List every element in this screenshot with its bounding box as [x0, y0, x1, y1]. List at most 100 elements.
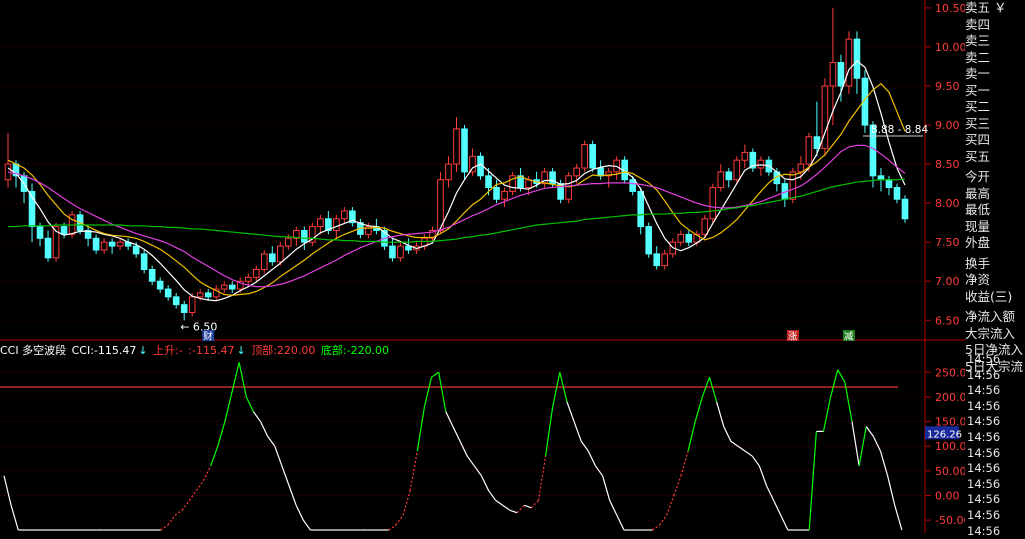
- candle-body: [180, 304, 188, 313]
- time-column: 14:56 14:56 14:56 14:56 14:56 14:56 14:56 14:56…: [967, 352, 1025, 539]
- candle-body: [485, 175, 492, 189]
- cci-segment: [238, 362, 247, 398]
- side-panel-item: 卖五 ￥: [965, 0, 1007, 15]
- time-entry: 14:56: [967, 352, 1001, 366]
- cci-segment: [245, 396, 254, 412]
- candle-body: [44, 237, 52, 259]
- cci-segment: [694, 396, 703, 422]
- candle-body: [100, 241, 108, 251]
- cci-segment: [865, 426, 874, 437]
- cci-current-value: 126.26: [927, 429, 962, 440]
- cci-segment: [438, 372, 447, 412]
- cci-segment: [758, 465, 768, 486]
- candle-body: [220, 284, 228, 290]
- cci-segment: [666, 495, 675, 516]
- time-entry: 14:56: [967, 383, 1001, 398]
- cci-segment: [537, 455, 547, 501]
- cci-segment: [822, 396, 832, 432]
- time-entry: 14:56: [967, 461, 1001, 476]
- marker-cai: 财: [203, 331, 213, 343]
- time-entry: 14:56: [967, 507, 1001, 522]
- cci-segment: [609, 500, 618, 516]
- candle-body: [661, 253, 669, 267]
- cci-segment: [267, 435, 276, 447]
- time-entry: 14:56: [967, 429, 1001, 444]
- cci-segment: [217, 421, 226, 447]
- cci-segment: [894, 505, 903, 531]
- candle-body: [132, 245, 140, 255]
- candle-body: [228, 284, 236, 290]
- candle-body: [397, 245, 404, 259]
- candle-body: [733, 159, 741, 181]
- candle-body: [116, 241, 124, 247]
- cci-segment: [780, 514, 789, 531]
- candle-body: [573, 167, 580, 177]
- side-panel-item: 净资: [965, 272, 991, 287]
- cci-legend: CCI 多空波段 CCI:-115.47 ↓ 上升:- :-115.47 ↓ 顶部:…: [0, 344, 390, 357]
- candle-body: [244, 276, 252, 282]
- candle-body: [164, 288, 172, 298]
- cci-segment: [480, 475, 490, 491]
- candle-body: [581, 144, 588, 169]
- cci-segment: [830, 369, 839, 398]
- cci-segment: [488, 490, 497, 501]
- candle-body: [92, 237, 100, 251]
- side-panel-item: 最低: [965, 202, 991, 217]
- candle-body: [196, 292, 204, 298]
- cci-segment: [851, 421, 860, 467]
- cci-segment: [773, 500, 782, 516]
- candle-body: [389, 245, 396, 259]
- cci-segment: [744, 450, 753, 457]
- candle-body: [629, 179, 636, 192]
- side-panel-item: 卖一: [965, 66, 991, 81]
- marker-zhang: 涨: [788, 332, 798, 343]
- candle-body: [301, 229, 308, 243]
- cci-segment: [174, 509, 183, 516]
- kline-chart[interactable]: 10.5010.009.509.008.508.007.507.006.50← …: [0, 0, 965, 533]
- y-tick-label: 9.00: [935, 119, 960, 132]
- cci-y-tick-label: 100.0: [935, 440, 965, 453]
- y-tick-label: 8.50: [935, 158, 960, 171]
- candle-body: [461, 128, 468, 173]
- side-panel-item: 外盘: [965, 235, 991, 250]
- candle-body: [701, 218, 709, 235]
- candle-body: [709, 187, 717, 220]
- time-entry: 14:56: [967, 492, 1001, 507]
- candle-body: [845, 38, 853, 87]
- candle-body: [445, 163, 452, 181]
- side-panel-item: 买二: [965, 99, 991, 114]
- side-panel-item: 收益(三): [965, 288, 1013, 304]
- cci-segment: [524, 504, 532, 509]
- y-tick-label: 9.50: [935, 80, 960, 93]
- candle-body: [565, 175, 572, 200]
- candle-body: [645, 226, 653, 255]
- candle-body: [204, 292, 212, 298]
- side-panel-item: 买一: [965, 82, 991, 98]
- candle-body: [741, 151, 749, 161]
- cci-segment: [516, 504, 525, 514]
- cci-y-tick-label: 50.00: [935, 465, 965, 478]
- cci-y-tick-label: -50.00: [935, 514, 965, 527]
- cci-segment: [730, 440, 739, 447]
- cci-segment: [502, 504, 511, 511]
- cci-segment: [281, 465, 290, 486]
- side-panel-item: 买三: [965, 115, 991, 131]
- candle-body: [317, 218, 324, 228]
- cci-segment: [402, 490, 411, 516]
- side-panel-item: 买四: [965, 132, 991, 147]
- candle-body: [901, 198, 909, 220]
- cci-segment: [716, 401, 725, 427]
- cci-segment: [259, 421, 269, 437]
- cci-segment: [288, 485, 297, 506]
- side-panel-item: 大宗流入: [965, 325, 1016, 341]
- cci-legend-up: 上升:-: [153, 344, 183, 357]
- side-panel-item: 买五: [965, 148, 991, 164]
- cci-segment: [195, 480, 205, 491]
- candle-body: [469, 155, 476, 173]
- candle-body: [837, 62, 845, 87]
- cci-segment: [423, 377, 433, 407]
- cci-segment: [616, 514, 625, 531]
- cci-segment: [466, 455, 475, 467]
- side-panel-item: 今开: [965, 169, 991, 184]
- candle-body: [589, 144, 596, 169]
